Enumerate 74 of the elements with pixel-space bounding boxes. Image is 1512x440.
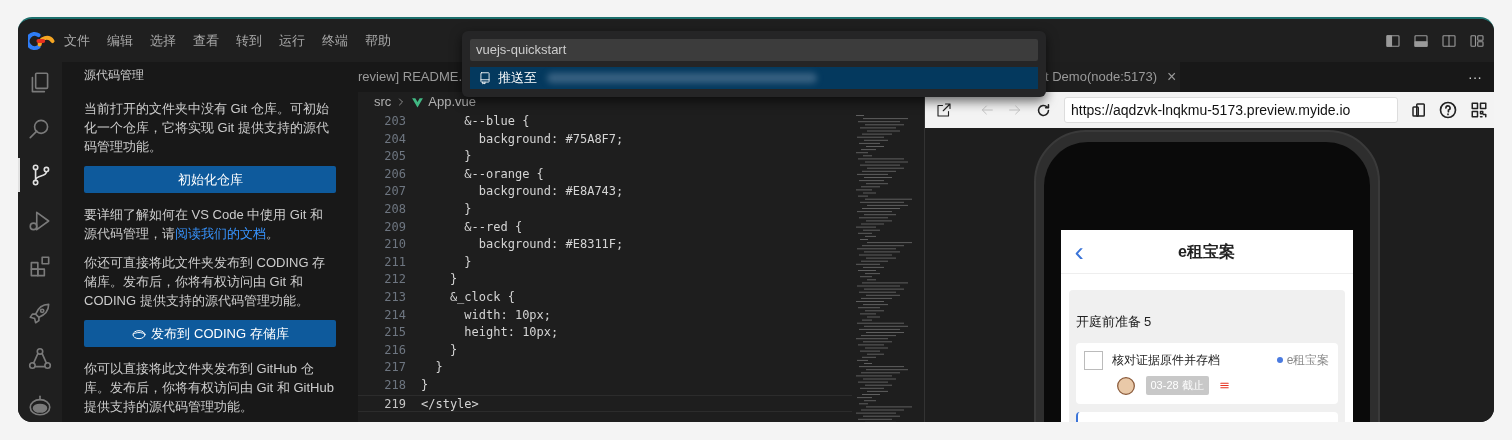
line-number: 207 (383, 183, 406, 201)
panel-title: 源代码管理 (84, 67, 145, 84)
line-number: 210 (383, 236, 406, 254)
line-number: 219 (383, 395, 406, 412)
priority-icon (1218, 380, 1230, 391)
code-line: } (434, 359, 443, 377)
project-label: e租宝案 (1286, 352, 1330, 369)
app-title: e租宝案 (1178, 241, 1235, 262)
quick-pick-item[interactable]: 推送至 (470, 67, 1038, 89)
menu-item[interactable]: 转到 (236, 30, 262, 51)
description-text: 当前打开的文件夹中没有 Git 仓库。可初始化一个仓库，它将实现 Git 提供支持的源代码管理功能。 (84, 100, 330, 156)
line-number: 213 (383, 288, 406, 306)
url-field[interactable]: https://aqdzvk-lnqkmu-5173.preview.myide.io (1064, 97, 1398, 123)
code-line: </style> (420, 395, 479, 412)
vue-file-icon (411, 95, 425, 109)
description-text: 要详细了解如何在 VS Code 中使用 Git 和源代码管理，请阅读我们的文档。 (84, 206, 325, 243)
line-number: 217 (383, 359, 406, 377)
task-title: 核对证据原件并存档 (1111, 352, 1220, 369)
code-line: height: 10px; (463, 324, 559, 342)
code-line: } (463, 200, 472, 218)
code-line: background: #75A8F7; (477, 130, 624, 148)
line-number: 214 (383, 306, 406, 324)
line-number: 206 (383, 165, 406, 183)
close-icon[interactable]: × (1167, 65, 1177, 89)
open-external-icon[interactable] (935, 101, 953, 119)
section-title: 开庭前准备 5 (1075, 313, 1153, 331)
menu-item[interactable]: 终端 (322, 30, 348, 51)
docs-link[interactable]: 阅读我们的文档 (175, 226, 266, 241)
breadcrumb-item[interactable]: App.vue (428, 92, 477, 112)
code-line: &--red { (463, 218, 523, 236)
menu-item[interactable]: 查看 (193, 30, 219, 51)
help-icon[interactable] (1438, 100, 1458, 120)
menu-item[interactable]: 编辑 (107, 30, 133, 51)
line-number: 216 (383, 341, 406, 359)
more-icon[interactable]: ··· (1468, 66, 1482, 88)
code-line: &--orange { (463, 165, 544, 183)
code-line: width: 10px; (463, 306, 552, 324)
code-line: } (463, 253, 472, 271)
description-text: 你还可直接将此文件夹发布到 CODING 存储库。发布后，你将有权访问由 Git 和 CODING 提供支持的源代码管理功能。 (84, 254, 327, 310)
line-number: 209 (383, 218, 406, 236)
code-line: } (448, 271, 458, 289)
primary-button[interactable]: 发布到 CODING 存储库 (84, 320, 336, 347)
line-number: 218 (383, 376, 406, 394)
line-number: 208 (383, 200, 406, 218)
avatar-icon (1115, 375, 1136, 396)
share-icon[interactable] (27, 346, 53, 372)
code-line: &_clock { (448, 288, 515, 306)
line-number: 203 (383, 113, 406, 130)
item-label: 推送至 (498, 69, 537, 88)
description-text: 你可以直接将此文件夹发布到 GitHub 仓库。发布后，你将有权访问由 Git 和 GitHub 提供支持的源代码管理功能。 (84, 360, 335, 416)
code-line: &--blue { (463, 113, 530, 130)
primary-button[interactable]: 初始化仓库 (84, 166, 336, 193)
line-number: 215 (383, 324, 406, 342)
quick-pick-input[interactable]: vuejs-quickstart (470, 39, 1038, 61)
line-number: 212 (383, 271, 406, 289)
code-line: } (448, 341, 458, 359)
reload-icon[interactable] (1035, 101, 1052, 119)
breadcrumb-item[interactable]: src (374, 92, 392, 112)
menu-item[interactable]: 文件 (64, 30, 90, 51)
code-line: background: #E8A743; (477, 183, 624, 201)
qr-code-icon[interactable] (1470, 101, 1488, 119)
repository-icon (478, 71, 492, 85)
code-line: } (463, 148, 472, 166)
code-line: background: #E8311F; (477, 236, 624, 254)
back-icon[interactable]: ‹ (1074, 237, 1084, 266)
menu-item[interactable]: 帮助 (365, 30, 391, 51)
line-number: 204 (383, 130, 406, 148)
checkbox[interactable] (1083, 350, 1103, 370)
line-number: 205 (383, 148, 406, 166)
menu-item[interactable]: 选择 (150, 30, 176, 51)
menu-item[interactable]: 运行 (279, 30, 305, 51)
line-number: 211 (383, 253, 406, 271)
device-toggle-icon[interactable] (1410, 101, 1428, 119)
code-line: } (420, 376, 429, 394)
